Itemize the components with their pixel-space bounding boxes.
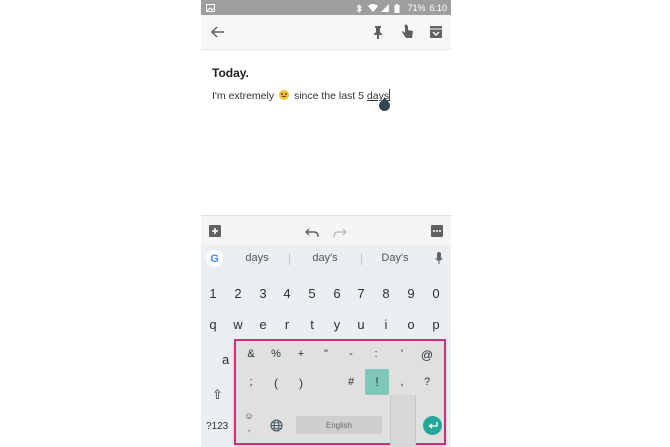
key-y[interactable]: y bbox=[326, 317, 348, 332]
symbols-key[interactable]: ?123 bbox=[206, 421, 228, 432]
key-5[interactable]: 5 bbox=[301, 286, 323, 301]
key-2[interactable]: 2 bbox=[227, 286, 249, 301]
bluetooth-icon bbox=[355, 3, 364, 13]
note-toolbar bbox=[201, 15, 451, 50]
key-t[interactable]: t bbox=[301, 317, 323, 332]
key-p[interactable]: p bbox=[425, 317, 447, 332]
wifi-icon bbox=[368, 3, 379, 12]
popup-key-open-paren[interactable]: ( bbox=[267, 376, 285, 390]
key-o[interactable]: o bbox=[400, 317, 422, 332]
add-box-icon[interactable] bbox=[209, 224, 221, 242]
key-w[interactable]: w bbox=[227, 317, 249, 332]
popup-key-percent[interactable]: % bbox=[267, 348, 285, 360]
popup-key-exclamation[interactable]: ! bbox=[365, 369, 389, 395]
key-0[interactable]: 0 bbox=[425, 286, 447, 301]
note-text-after: since the last 5 bbox=[293, 90, 364, 102]
battery-percent: 71% bbox=[407, 2, 426, 13]
smiling-emoji-icon bbox=[279, 90, 290, 100]
popup-key-semicolon[interactable]: ; bbox=[242, 376, 260, 388]
key-r[interactable]: r bbox=[276, 317, 298, 332]
key-3[interactable]: 3 bbox=[252, 286, 274, 301]
reminder-hand-icon[interactable] bbox=[397, 22, 417, 42]
popup-key-close-paren[interactable]: ) bbox=[292, 376, 310, 390]
key-9[interactable]: 9 bbox=[400, 286, 422, 301]
popup-key-at[interactable]: @ bbox=[418, 348, 436, 362]
clock: 6:10 bbox=[429, 2, 447, 13]
suggestion-divider bbox=[289, 253, 290, 265]
emoji-face-icon[interactable]: ☺ bbox=[240, 411, 258, 421]
popup-key-apostrophe[interactable]: ' bbox=[393, 348, 411, 360]
key-u[interactable]: u bbox=[350, 317, 372, 332]
google-logo[interactable]: G bbox=[206, 250, 223, 267]
suggestion-2[interactable]: day's bbox=[295, 252, 355, 264]
battery-icon bbox=[394, 3, 403, 13]
emoji-comma-key[interactable]: , bbox=[240, 423, 258, 433]
status-bar: 71% 6:10 bbox=[201, 0, 451, 15]
suggestion-3[interactable]: Day's bbox=[365, 252, 425, 264]
key-e[interactable]: e bbox=[252, 317, 274, 332]
popup-tail bbox=[390, 395, 416, 445]
key-4[interactable]: 4 bbox=[276, 286, 298, 301]
suggestion-1[interactable]: days bbox=[227, 252, 287, 264]
redo-icon[interactable] bbox=[333, 225, 347, 243]
note-editor[interactable]: Today. I'm extremely since the last 5 da… bbox=[201, 50, 451, 215]
symbol-popup: & % + " - : ' @ ; ( ) # ! , ? ☺ , Englis… bbox=[234, 339, 446, 445]
more-icon[interactable] bbox=[431, 224, 443, 242]
key-8[interactable]: 8 bbox=[375, 286, 397, 301]
text-cursor bbox=[389, 89, 391, 101]
enter-icon[interactable] bbox=[423, 416, 442, 435]
signal-icon bbox=[381, 3, 390, 12]
edit-bar bbox=[201, 215, 451, 245]
key-q[interactable]: q bbox=[202, 317, 224, 332]
suggestion-strip: G days day's Day's bbox=[201, 245, 451, 273]
shift-icon[interactable]: ⇧ bbox=[212, 387, 223, 403]
mic-icon[interactable] bbox=[435, 252, 443, 270]
key-7[interactable]: 7 bbox=[350, 286, 372, 301]
space-key[interactable]: English bbox=[296, 416, 382, 434]
popup-key-ampersand[interactable]: & bbox=[242, 348, 260, 360]
note-body[interactable]: I'm extremely since the last 5 days bbox=[212, 89, 391, 102]
phone-screen: 71% 6:10 Today. I'm extremely since the … bbox=[201, 0, 451, 447]
popup-key-question[interactable]: ? bbox=[418, 376, 436, 388]
back-arrow-icon[interactable] bbox=[208, 22, 228, 42]
key-a[interactable]: a bbox=[222, 352, 229, 367]
key-1[interactable]: 1 bbox=[202, 286, 224, 301]
undo-icon[interactable] bbox=[305, 225, 319, 243]
note-text-before: I'm extremely bbox=[212, 90, 275, 102]
key-6[interactable]: 6 bbox=[326, 286, 348, 301]
keyboard: G days day's Day's 1 2 3 4 5 6 7 8 9 0 q… bbox=[201, 245, 451, 447]
suggestion-divider bbox=[361, 253, 362, 265]
globe-icon[interactable] bbox=[270, 419, 283, 437]
notification-image-icon bbox=[206, 3, 215, 12]
archive-icon[interactable] bbox=[426, 22, 446, 42]
pin-icon[interactable] bbox=[368, 22, 388, 42]
note-title[interactable]: Today. bbox=[212, 66, 249, 80]
popup-key-comma[interactable]: , bbox=[393, 376, 411, 388]
popup-key-hash[interactable]: # bbox=[342, 376, 360, 388]
popup-key-dash[interactable]: - bbox=[342, 348, 360, 360]
popup-key-colon[interactable]: : bbox=[367, 348, 385, 360]
key-i[interactable]: i bbox=[375, 317, 397, 332]
popup-key-quote[interactable]: " bbox=[317, 348, 335, 360]
status-right: 71% 6:10 bbox=[355, 3, 447, 13]
popup-key-plus[interactable]: + bbox=[292, 348, 310, 360]
